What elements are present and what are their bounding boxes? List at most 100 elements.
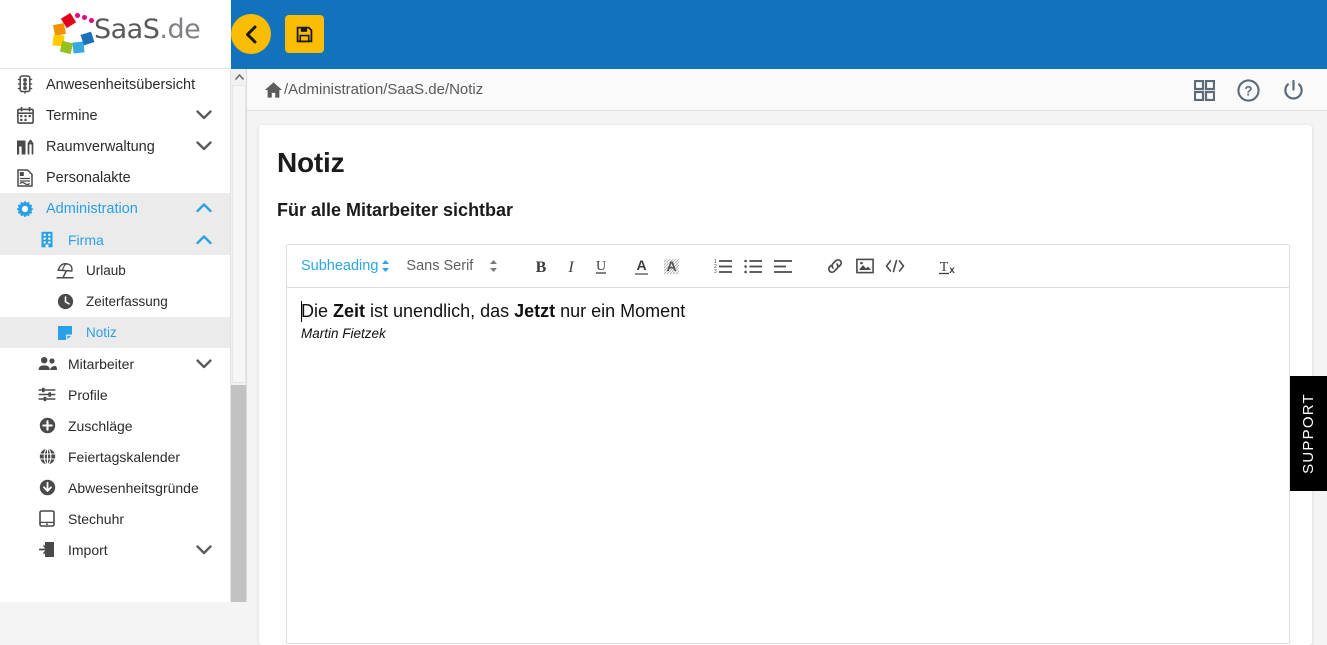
image-button[interactable] (850, 251, 880, 281)
sidebar-item-notiz[interactable]: Notiz (0, 317, 230, 348)
svg-text:B: B (536, 259, 547, 275)
editor-content-area[interactable]: Die Zeit ist unendlich, das Jetzt nur ei… (287, 288, 1289, 644)
breadcrumb-bar: /Administration/SaaS.de/Notiz ? (247, 69, 1327, 111)
svg-text:3: 3 (714, 269, 717, 274)
logo-area: SaaS.de (0, 0, 231, 69)
chevron-down-icon (196, 140, 212, 150)
plus-circle-icon (36, 416, 58, 436)
sidebar-item-label: Feiertagskalender (68, 448, 181, 465)
help-circle-icon[interactable]: ? (1237, 78, 1260, 102)
unordered-list-button[interactable] (738, 251, 768, 281)
sidebar-item-mitarbeiter[interactable]: Mitarbeiter (0, 348, 230, 379)
back-button[interactable] (231, 14, 271, 54)
sidebar-item-stechuhr[interactable]: Stechuhr (0, 503, 230, 534)
sidebar-item-label: Zeiterfassung (86, 294, 168, 309)
sidebar-item-raumverwaltung[interactable]: Raumverwaltung (0, 131, 230, 162)
note-line-quote: Die Zeit ist unendlich, das Jetzt nur ei… (301, 300, 1289, 323)
calendar-icon (14, 106, 36, 126)
sidebar-item-label: Stechuhr (68, 510, 125, 527)
sidebar-expand-toggle[interactable] (196, 356, 212, 372)
sidebar-item-label: Notiz (86, 325, 117, 340)
sidebar-item-personalakte[interactable]: Personalakte (0, 162, 230, 193)
rich-text-editor: Subheading Sans Serif B I U A A 1 2 3 T … (286, 244, 1290, 644)
sidebar-item-label: Termine (46, 107, 98, 124)
underline-button[interactable]: U (586, 251, 616, 281)
apps-grid-icon[interactable] (1194, 79, 1215, 101)
bold-button[interactable]: B (526, 251, 556, 281)
svg-text:I: I (568, 259, 575, 275)
sidebar-item-feiertagskalender[interactable]: Feiertagskalender (0, 441, 230, 472)
chevron-updown-icon (489, 259, 498, 273)
sidebar-item-firma[interactable]: Firma (0, 224, 230, 255)
italic-button[interactable]: I (556, 251, 586, 281)
chevron-up-icon (196, 234, 212, 244)
chevron-down-icon (196, 109, 212, 119)
sidebar-item-label: Urlaub (86, 263, 126, 278)
sidebar-item-urlaub[interactable]: Urlaub (0, 255, 230, 286)
support-label: SUPPORT (1300, 393, 1318, 474)
sidebar-expand-toggle[interactable] (196, 139, 212, 155)
content-card: Notiz Für alle Mitarbeiter sichtbar Subh… (259, 125, 1312, 645)
top-header-bar: SaaS.de (0, 0, 1327, 69)
svg-text:x: x (949, 265, 955, 276)
brand-logo[interactable]: SaaS.de (52, 11, 201, 55)
svg-text:A: A (636, 257, 646, 273)
quote-bold-1: Zeit (333, 301, 366, 321)
sidebar-item-zeiterfassung[interactable]: Zeiterfassung (0, 286, 230, 317)
link-button[interactable] (820, 251, 850, 281)
globe-icon (36, 447, 58, 467)
sidebar-expand-toggle[interactable] (196, 201, 212, 217)
support-tab[interactable]: SUPPORT (1290, 376, 1327, 491)
quote-bold-2: Jetzt (514, 301, 556, 321)
people-icon (36, 354, 58, 374)
align-button[interactable] (768, 251, 798, 281)
sidebar-expand-toggle[interactable] (196, 542, 212, 558)
sidebar-nav: Anwesenheitsübersicht Termine Raumverwaltu… (0, 69, 230, 602)
sidebar-item-profile[interactable]: Profile (0, 379, 230, 410)
sidebar-item-label: Profile (68, 386, 108, 403)
sidebar-item-termine[interactable]: Termine (0, 100, 230, 131)
editor-toolbar: Subheading Sans Serif B I U A A 1 2 3 T … (287, 245, 1289, 288)
brand-name: SaaS.de (94, 13, 201, 45)
sidebar-expand-toggle[interactable] (196, 108, 212, 124)
building-door-icon (14, 137, 36, 157)
code-button[interactable] (880, 251, 910, 281)
tablet-icon (36, 509, 58, 529)
sidebar-item-import[interactable]: Import (0, 534, 230, 565)
scrollbar-track-lower[interactable] (231, 385, 246, 602)
sidebar-expand-toggle[interactable] (196, 232, 212, 248)
floppy-disk-icon (296, 26, 313, 42)
quote-text-1: Die (301, 301, 334, 321)
sidebar-scrollbar[interactable] (230, 69, 246, 602)
text-color-button[interactable]: A (626, 251, 656, 281)
import-icon (36, 540, 58, 560)
chevron-left-icon (245, 25, 256, 43)
chevron-updown-icon (381, 259, 390, 273)
sidebar-item-label: Personalakte (46, 169, 131, 186)
background-color-button[interactable]: A (656, 251, 686, 281)
font-family-select[interactable]: Sans Serif (406, 258, 498, 274)
scrollbar-thumb[interactable] (232, 85, 246, 383)
heading-select[interactable]: Subheading (301, 258, 390, 274)
note-line-author: Martin Fietzek (301, 326, 386, 341)
power-icon[interactable] (1282, 79, 1305, 102)
sidebar-item-label: Administration (46, 200, 138, 217)
save-button[interactable] (285, 15, 324, 53)
scrollbar-up-arrow[interactable] (231, 69, 246, 85)
clear-format-button[interactable]: T x (932, 251, 962, 281)
sidebar-item-zuschlage[interactable]: Zuschläge (0, 410, 230, 441)
sidebar-item-administration[interactable]: Administration (0, 193, 230, 224)
sidebar-item-label: Firma (68, 231, 104, 248)
note-icon (54, 323, 76, 343)
home-icon[interactable] (264, 81, 283, 99)
sidebar-item-anwesenheitsubersicht[interactable]: Anwesenheitsübersicht (0, 69, 230, 100)
sidebar-item-abwesenheitsgrunde[interactable]: Abwesenheitsgründe (0, 472, 230, 503)
breadcrumb[interactable]: /Administration/SaaS.de/Notiz (264, 81, 483, 99)
traffic-light-icon (14, 75, 36, 95)
sidebar-item-label: Zuschläge (68, 417, 133, 434)
arrow-down-circle-icon (36, 478, 58, 498)
brand-name-main: SaaS (94, 13, 160, 45)
main-content: /Administration/SaaS.de/Notiz ? Notiz Fü… (247, 69, 1327, 645)
office-building-icon (36, 230, 58, 250)
ordered-list-button[interactable]: 1 2 3 (708, 251, 738, 281)
